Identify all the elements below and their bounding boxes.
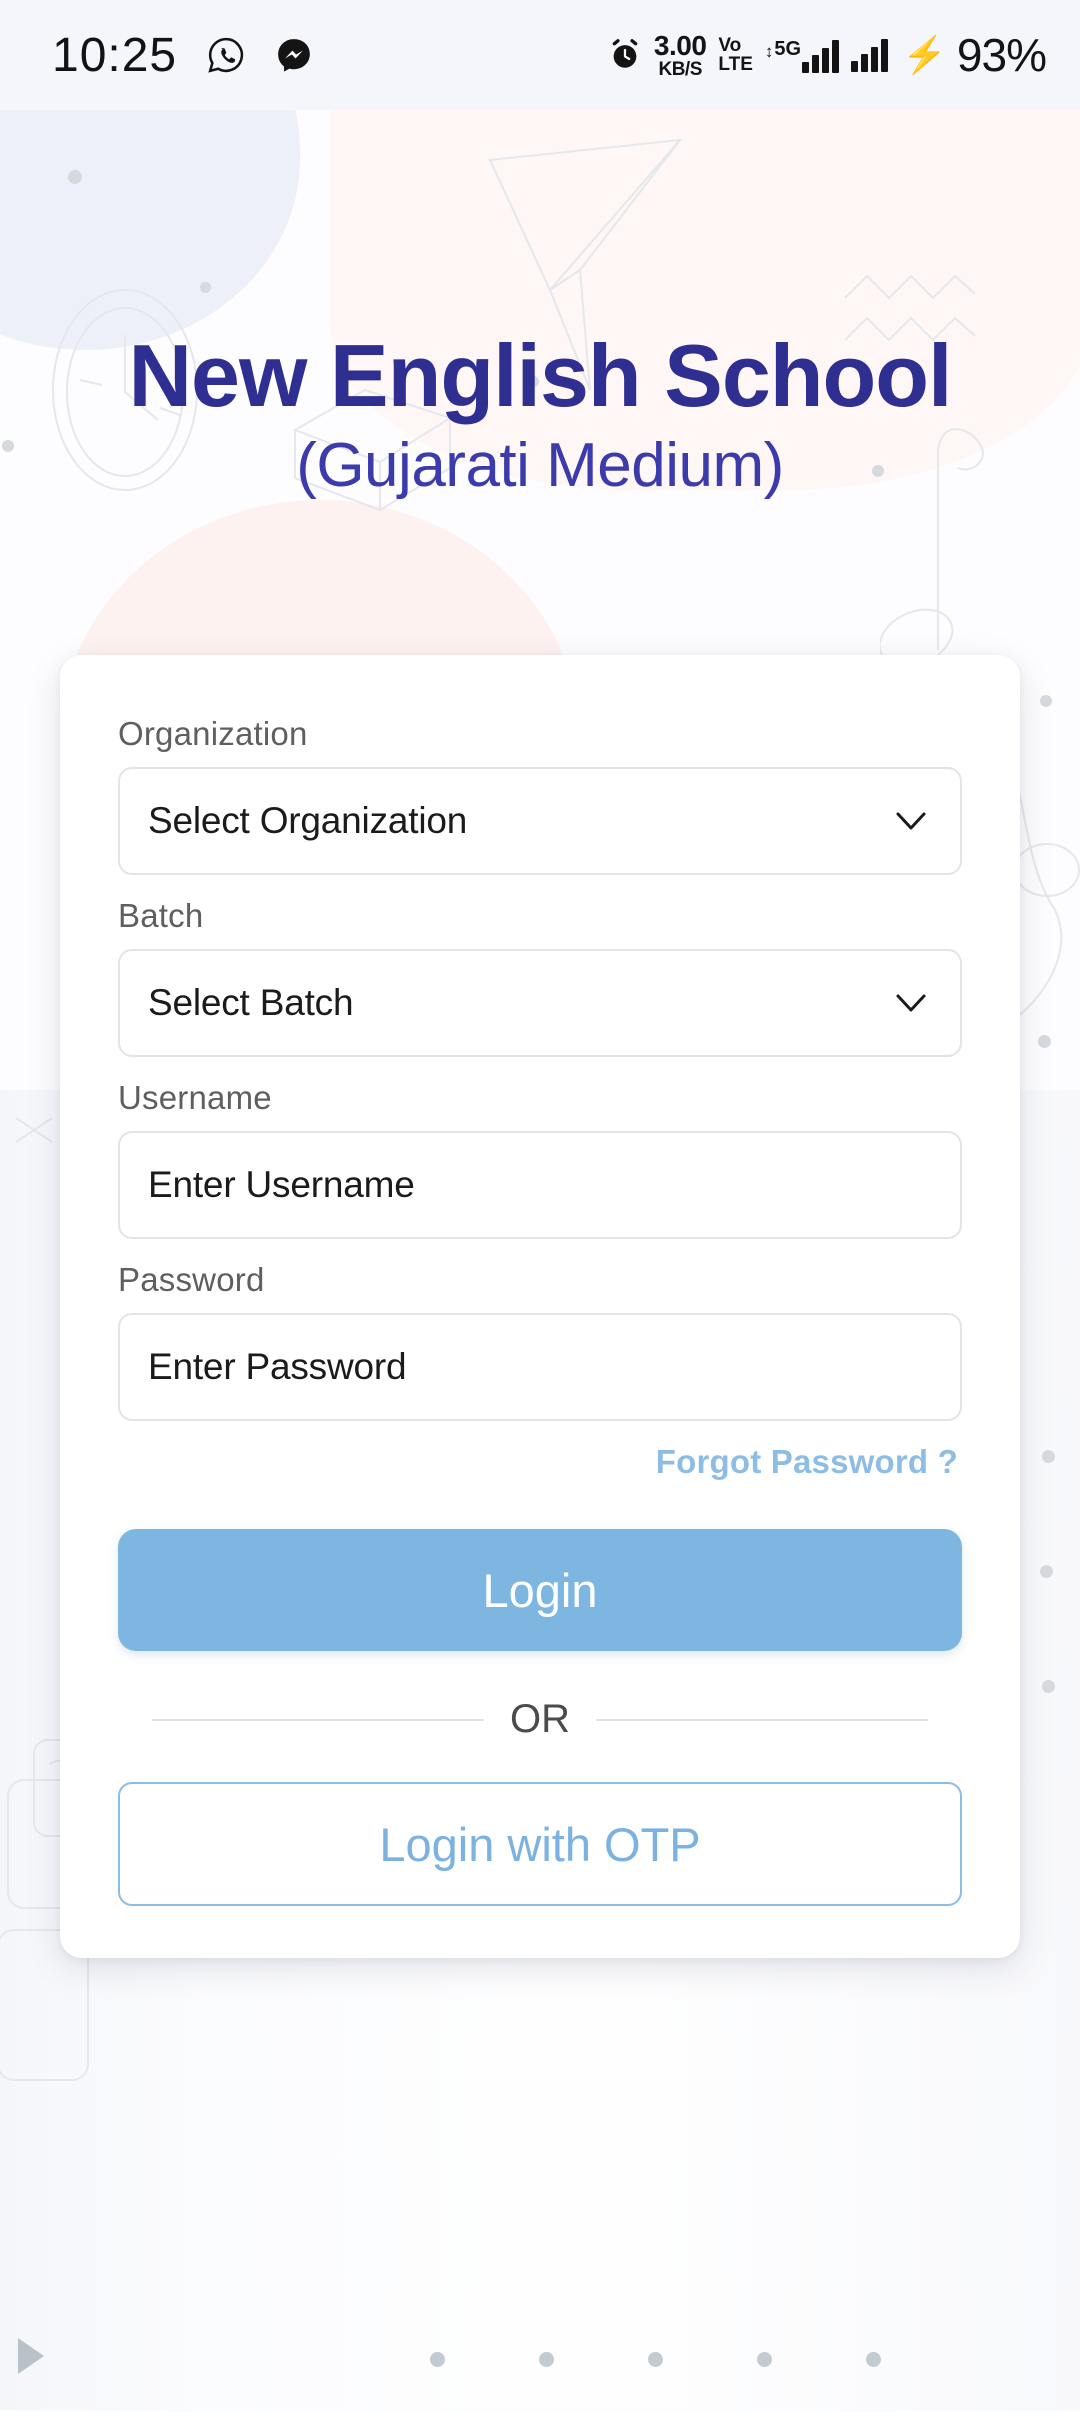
network-speed-unit: KB/S <box>658 58 702 80</box>
decor-dot <box>648 2352 663 2367</box>
chevron-down-icon <box>890 800 932 842</box>
data-transfer-arrows-icon: ↕ <box>764 42 774 62</box>
network-speed-value: 3.00 <box>653 29 707 61</box>
play-triangle-icon <box>18 2338 44 2374</box>
app-header: New English School (Gujarati Medium) <box>0 326 1080 501</box>
volte-indicator: Vo LTE <box>718 36 752 74</box>
network-speed: 3.00 KB/S <box>653 29 707 80</box>
status-bar-left: 10:25 <box>52 28 313 83</box>
cross-mark-icon <box>15 1117 53 1143</box>
status-bar: 10:25 3.00 KB/S Vo LTE ↕ 5G ⚡ 93% <box>0 0 1080 110</box>
decor-dot <box>866 2352 881 2367</box>
divider-line-right <box>596 1718 928 1721</box>
or-divider: OR <box>118 1697 962 1742</box>
batch-select[interactable]: Select Batch <box>118 949 962 1057</box>
forgot-password-link[interactable]: Forgot Password ? <box>118 1443 958 1481</box>
password-group: Password Enter Password <box>118 1261 962 1421</box>
page-title: New English School <box>128 326 953 425</box>
messenger-icon <box>275 36 313 74</box>
network-type-label: 5G <box>774 37 802 60</box>
volte-line-1: Vo <box>718 35 742 56</box>
password-label: Password <box>118 1261 265 1298</box>
decor-dot <box>1040 695 1052 707</box>
divider-line-left <box>152 1718 484 1721</box>
lightning-bolt-icon: ⚡ <box>902 34 947 75</box>
decor-dot <box>1042 1450 1055 1463</box>
decor-dot <box>1040 1565 1053 1578</box>
username-label: Username <box>118 1079 272 1116</box>
batch-label: Batch <box>118 897 204 934</box>
batch-group: Batch Select Batch <box>118 897 962 1057</box>
decor-dot <box>539 2352 554 2367</box>
username-input[interactable]: Enter Username <box>118 1131 962 1239</box>
password-placeholder: Enter Password <box>148 1346 407 1387</box>
decor-dot <box>1038 1035 1051 1048</box>
login-card: Organization Select Organization Batch S… <box>60 655 1020 1958</box>
decor-dot <box>1042 1680 1055 1693</box>
signal-bars-icon-2 <box>851 38 889 72</box>
decor-dot <box>430 2352 445 2367</box>
username-placeholder: Enter Username <box>148 1164 415 1205</box>
batch-selected-value: Select Batch <box>148 982 354 1023</box>
login-with-otp-button[interactable]: Login with OTP <box>118 1782 962 1906</box>
decor-dot <box>200 282 211 293</box>
status-bar-right: 3.00 KB/S Vo LTE ↕ 5G ⚡ 93% <box>608 28 1047 82</box>
decor-dot-row <box>430 2352 881 2367</box>
login-button[interactable]: Login <box>118 1529 962 1651</box>
status-bar-clock: 10:25 <box>52 28 178 82</box>
decor-dot <box>757 2352 772 2367</box>
alarm-icon <box>608 38 642 72</box>
volte-line-2: LTE <box>718 54 753 75</box>
login-screen: New English School (Gujarati Medium) Org… <box>0 110 1080 2412</box>
whatsapp-icon <box>207 36 245 74</box>
username-group: Username Enter Username <box>118 1079 962 1239</box>
organization-group: Organization Select Organization <box>118 715 962 875</box>
organization-select[interactable]: Select Organization <box>118 767 962 875</box>
organization-selected-value: Select Organization <box>148 800 468 841</box>
signal-5g: ↕ 5G <box>764 37 840 73</box>
decor-dot <box>68 170 82 184</box>
battery-percent: 93% <box>956 29 1047 81</box>
password-input[interactable]: Enter Password <box>118 1313 962 1421</box>
signal-bars-icon-1 <box>802 39 840 73</box>
divider-label: OR <box>510 1697 570 1741</box>
organization-label: Organization <box>118 715 308 752</box>
chevron-down-icon <box>890 982 932 1024</box>
page-subtitle: (Gujarati Medium) <box>296 431 784 501</box>
